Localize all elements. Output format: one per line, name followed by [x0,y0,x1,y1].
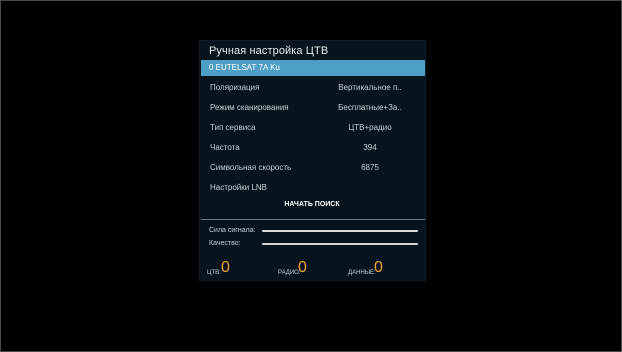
polarization-row[interactable]: Поляризация Вертикальное п.. [201,79,425,97]
tv-count-label: ЦТВ: [207,270,221,276]
tv-count-value: 0 [221,259,230,276]
service-type-label: Тип сервиса [210,123,256,132]
scan-mode-row[interactable]: Режим сканирования Бесплатные+За.. [201,99,425,117]
scan-mode-label: Режим сканирования [210,103,289,112]
lnb-settings-row[interactable]: Настройки LNB [201,179,425,197]
symbol-rate-label: Символьная скорость [210,163,292,172]
frequency-row[interactable]: Частота 394 [201,139,425,157]
radio-count-value: 0 [298,259,307,276]
quality-label: Качество: [209,240,241,247]
frequency-value: 394 [363,143,377,152]
service-type-value: ЦТВ+радио [348,123,392,132]
signal-strength-label: Сила сигнала: [209,227,256,234]
signal-strength-bar [262,230,418,232]
panel-title: Ручная настройка ЦТВ [209,45,329,57]
data-count-label: ДАННЫЕ: [348,270,376,276]
manual-scan-panel: Ручная настройка ЦТВ 0 EUTELSAT 7A Ku По… [199,40,426,281]
divider [201,219,425,220]
lnb-settings-label: Настройки LNB [210,183,268,192]
satellite-name: 0 EUTELSAT 7A Ku [209,63,280,72]
frequency-label: Частота [210,143,240,152]
symbol-rate-value: 6875 [361,163,379,172]
scan-mode-value: Бесплатные+За.. [338,103,402,112]
data-count-value: 0 [374,259,383,276]
polarization-label: Поляризация [210,83,260,92]
service-type-row[interactable]: Тип сервиса ЦТВ+радио [201,119,425,137]
polarization-value: Вертикальное п.. [338,83,402,92]
start-search-button[interactable]: НАЧАТЬ ПОИСК [260,201,364,213]
symbol-rate-row[interactable]: Символьная скорость 6875 [201,159,425,177]
satellite-selector[interactable]: 0 EUTELSAT 7A Ku [201,60,425,76]
tv-screen: Ручная настройка ЦТВ 0 EUTELSAT 7A Ku По… [0,0,622,352]
quality-bar [262,243,418,245]
